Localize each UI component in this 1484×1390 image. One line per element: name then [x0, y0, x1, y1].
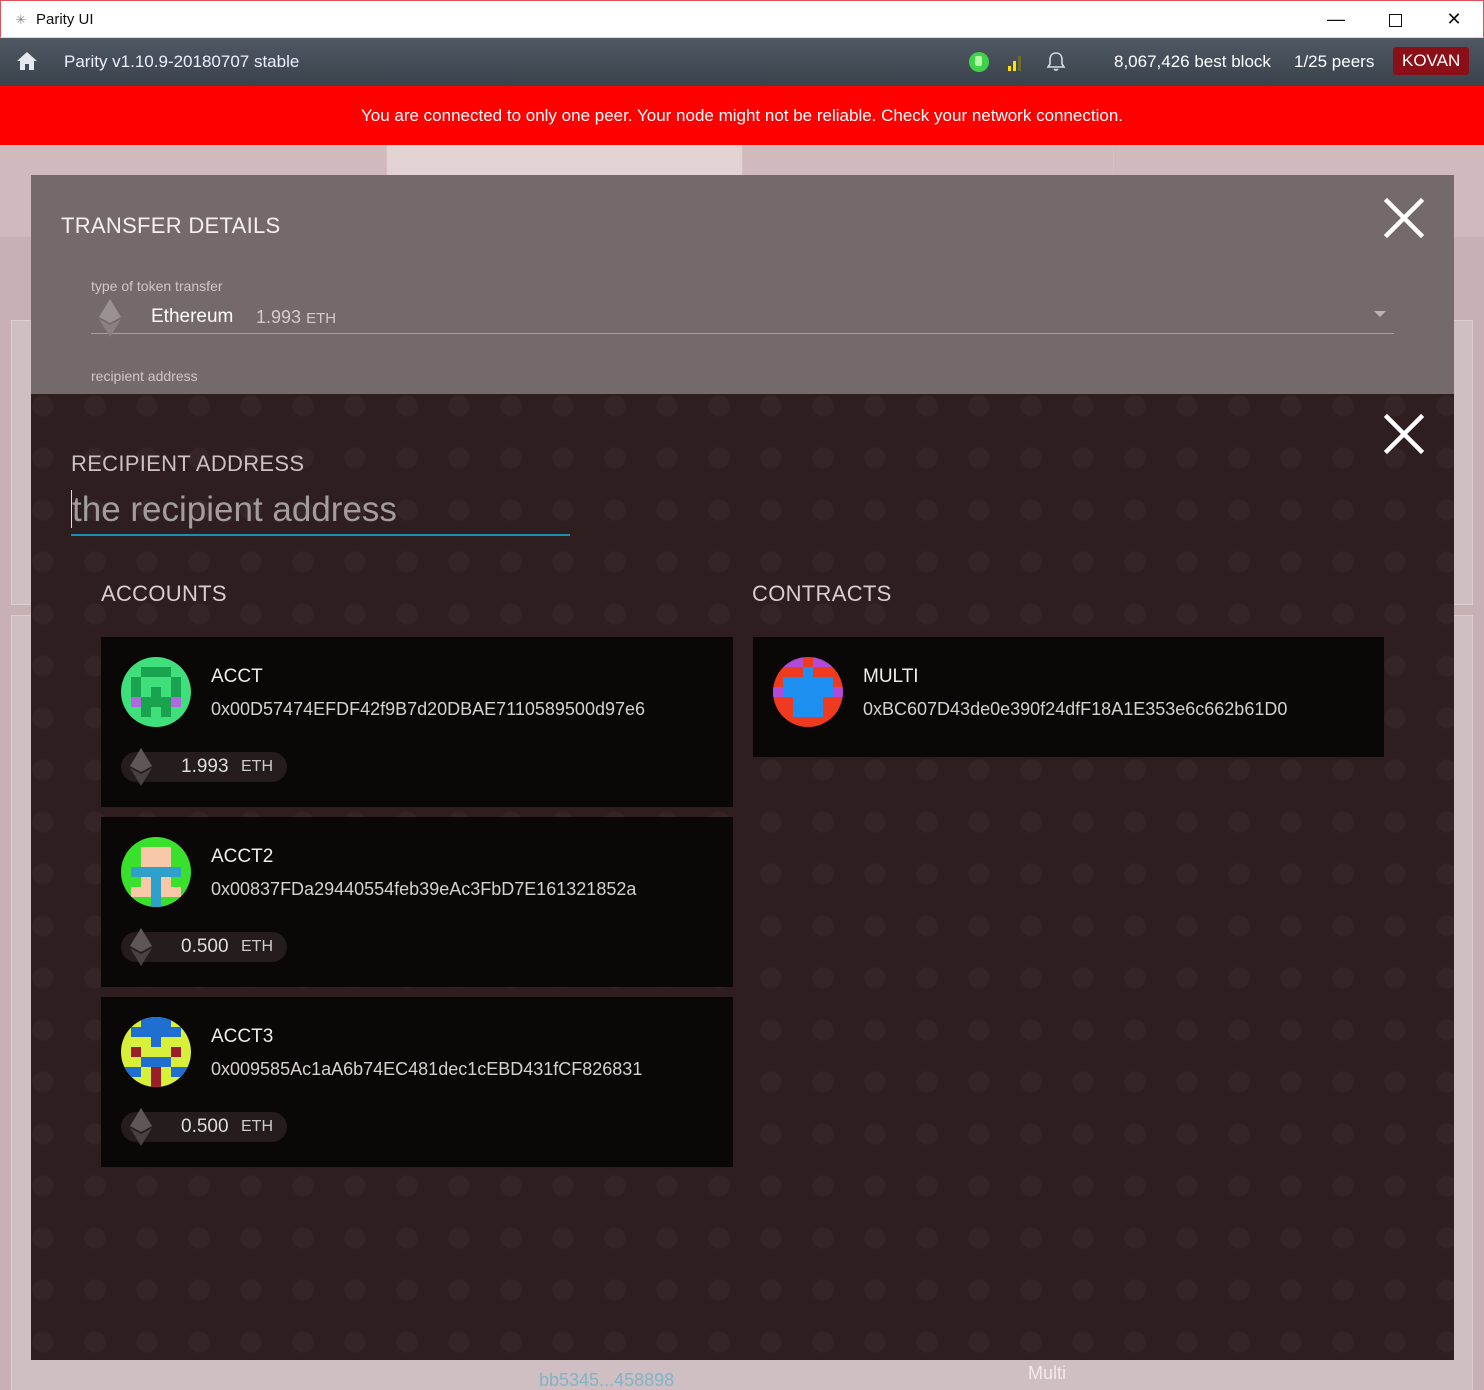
background-contract-name: Multi [1028, 1363, 1067, 1383]
account-card-acct[interactable]: ACCT 0x00D57474EFDF42f9B7d20DBAE71105895… [101, 637, 733, 807]
token-type-select[interactable]: Ethereum 1.993 ETH [91, 297, 1394, 337]
contract-name: MULTI [863, 666, 919, 687]
balance-amount: 1.993 [181, 756, 229, 777]
token-name: Ethereum [151, 306, 234, 327]
token-type-label: type of token transfer [91, 278, 223, 294]
minimize-button[interactable]: — [1307, 1, 1365, 38]
identicon-avatar [121, 1017, 191, 1087]
peers-status: 1/25 peers [1294, 52, 1375, 71]
account-name: ACCT3 [211, 1026, 274, 1047]
transfer-details-modal: TRANSFER DETAILS type of token transfer … [31, 175, 1454, 395]
window-titlebar: ✳ Parity UI — ✕ [0, 0, 1484, 38]
recipient-address-label: recipient address [91, 368, 198, 384]
close-icon[interactable] [1381, 411, 1427, 457]
balance-unit: ETH [241, 1118, 273, 1135]
best-block-status: 8,067,426 best block [1114, 52, 1271, 71]
chevron-down-icon [1374, 311, 1386, 317]
token-balance: 1.993 ETH [256, 307, 337, 327]
maximize-button[interactable] [1366, 1, 1424, 38]
app-logo-icon: ✳ [15, 12, 27, 27]
app-version: Parity v1.10.9-20180707 stable [64, 52, 300, 71]
recipient-address-modal: RECIPIENT ADDRESS ACCOUNTS CONTRACTS ACC… [31, 394, 1454, 1360]
identicon-avatar [121, 837, 191, 907]
ethereum-icon [130, 928, 152, 966]
account-balance: 1.993 ETH [121, 748, 287, 786]
contract-address: 0xBC607D43de0e390f24dfF18A1E353e6c662b61… [863, 699, 1288, 719]
ethereum-icon [99, 299, 121, 337]
transfer-title: TRANSFER DETAILS [61, 213, 281, 238]
window-title: Parity UI [36, 11, 94, 28]
account-address: 0x009585Ac1aA6b74EC481dec1cEBD431fCF8268… [211, 1059, 643, 1079]
balance-amount: 0.500 [181, 936, 229, 957]
recipient-heading: RECIPIENT ADDRESS [71, 451, 305, 476]
contracts-section-title: CONTRACTS [752, 581, 892, 606]
text-caret [71, 490, 72, 528]
accounts-section-title: ACCOUNTS [101, 581, 227, 606]
notification-bell-icon[interactable] [1045, 50, 1067, 72]
account-address: 0x00D57474EFDF42f9B7d20DBAE7110589500d97… [211, 699, 646, 719]
account-balance: 0.500 ETH [121, 1108, 287, 1146]
peer-warning-banner: You are connected to only one peer. Your… [0, 86, 1484, 145]
maximize-icon [1388, 13, 1402, 27]
background-address: bb5345...458898 [539, 1370, 675, 1390]
account-balance: 0.500 ETH [121, 928, 287, 966]
ethereum-icon [130, 748, 152, 786]
app-header: Parity v1.10.9-20180707 stable 8,067,426… [0, 38, 1484, 86]
balance-amount: 0.500 [181, 1116, 229, 1137]
contract-card-multi[interactable]: MULTI 0xBC607D43de0e390f24dfF18A1E353e6c… [753, 637, 1384, 757]
balance-unit: ETH [241, 938, 273, 955]
identicon-avatar [121, 657, 191, 727]
node-status-icon[interactable] [969, 52, 989, 72]
identicon-avatar [773, 657, 843, 727]
ethereum-icon [130, 1108, 152, 1146]
signal-strength-icon[interactable] [1008, 53, 1024, 71]
network-badge: KOVAN [1393, 47, 1470, 75]
account-address: 0x00837FDa29440554feb39eAc3FbD7E16132185… [211, 879, 637, 899]
recipient-address-input[interactable] [71, 486, 570, 536]
home-icon[interactable] [16, 51, 38, 71]
balance-unit: ETH [241, 758, 273, 775]
account-card-acct2[interactable]: ACCT2 0x00837FDa29440554feb39eAc3FbD7E16… [101, 817, 733, 987]
account-name: ACCT [211, 666, 263, 687]
close-window-button[interactable]: ✕ [1425, 1, 1483, 38]
close-icon[interactable] [1381, 195, 1427, 241]
account-name: ACCT2 [211, 846, 274, 867]
account-card-acct3[interactable]: ACCT3 0x009585Ac1aA6b74EC481dec1cEBD431f… [101, 997, 733, 1167]
